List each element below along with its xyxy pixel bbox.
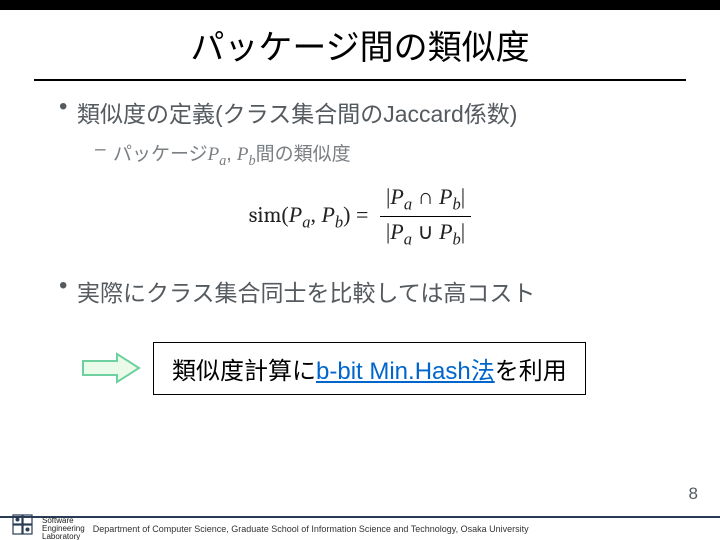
sub-b: b [452, 194, 460, 213]
slide-title: パッケージ間の類似度 [20, 20, 700, 69]
cup: ∪ [412, 219, 439, 244]
text: パッケージ [113, 144, 208, 165]
title-area: パッケージ間の類似度 [0, 10, 720, 75]
callout-box: 類似度計算にb-bit Min.Hash法を利用 [153, 342, 586, 395]
lab-name: Software Engineering Laboratory [42, 517, 85, 540]
minhash-link[interactable]: b-bit Min.Hash法 [316, 358, 495, 385]
top-bar [0, 0, 720, 10]
sub-b: b [335, 212, 343, 231]
fraction: |Pa ∩ Pb| |Pa ∪ Pb| [380, 184, 471, 250]
bullet-packages: パッケージPa, Pb間の類似度 [95, 139, 665, 170]
numerator: |Pa ∩ Pb| [380, 184, 471, 217]
rparen-eq: ) = [343, 202, 374, 227]
lparen: ( [281, 202, 288, 227]
var-Pb: P [439, 219, 452, 244]
sub-a: a [404, 194, 412, 213]
text: 係数) [464, 101, 518, 127]
text: 実際にクラス集合同士を比較しては高コスト [77, 280, 535, 306]
title-underline [34, 79, 686, 81]
similarity-formula: sim(Pa, Pb) = |Pa ∩ Pb| |Pa ∪ Pb| [55, 184, 665, 250]
text: 類似度の定義(クラス集合間の [77, 101, 383, 127]
text: , [226, 144, 237, 165]
var-Pa: P [289, 202, 302, 227]
text-jaccard: Jaccard [383, 101, 464, 127]
cap: ∩ [412, 184, 439, 209]
page-number: 8 [689, 484, 698, 504]
var-Pb: P [321, 202, 334, 227]
body: 類似度の定義(クラス集合間のJaccard係数) パッケージPa, Pb間の類似… [0, 95, 720, 395]
bar: | [461, 184, 465, 209]
var-Pa: P [208, 144, 220, 165]
bar: | [461, 219, 465, 244]
slide: パッケージ間の類似度 類似度の定義(クラス集合間のJaccard係数) パッケー… [0, 0, 720, 540]
sub-b: b [249, 153, 256, 169]
text: 類似度計算に [172, 358, 316, 385]
var-Pb: P [439, 184, 452, 209]
var-Pa: P [390, 219, 403, 244]
sub-a: a [404, 230, 412, 249]
fn-sim: sim [249, 202, 282, 228]
bullet-cost: 実際にクラス集合同士を比較しては高コスト [55, 274, 665, 308]
var-Pa: P [390, 184, 403, 209]
footer: Software Engineering Laboratory Departme… [0, 516, 720, 540]
var-Pb: P [237, 144, 249, 165]
text: を利用 [495, 358, 567, 385]
sub-b: b [453, 230, 461, 249]
bullet-definition: 類似度の定義(クラス集合間のJaccard係数) [55, 95, 665, 129]
text: 間の類似度 [256, 144, 351, 165]
lab-logo-icon [10, 512, 38, 540]
denominator: |Pa ∪ Pb| [380, 217, 471, 249]
lab-line3: Laboratory [42, 533, 85, 540]
callout-row: 類似度計算にb-bit Min.Hash法を利用 [81, 342, 655, 395]
footer-dept: Department of Computer Science, Graduate… [93, 524, 529, 534]
comma: , [310, 202, 321, 227]
arrow-icon [81, 351, 143, 385]
